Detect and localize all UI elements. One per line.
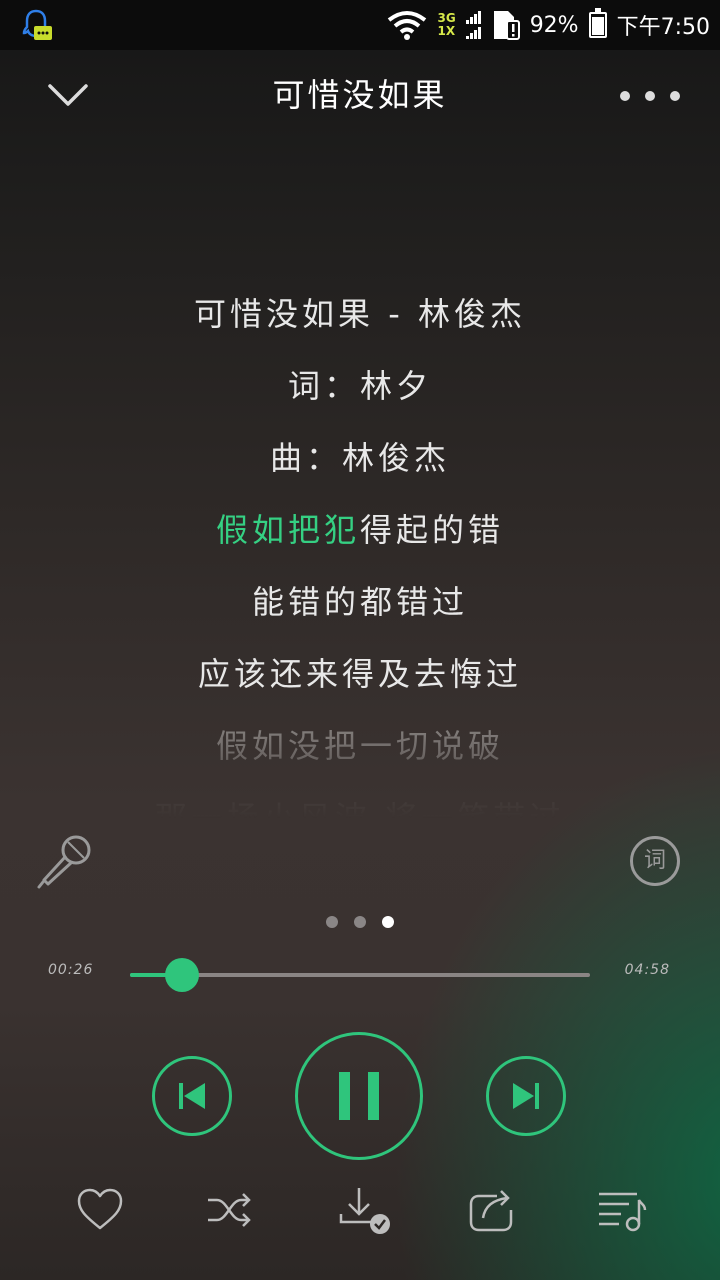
page-dot[interactable]: [354, 916, 366, 928]
lyric-options-button[interactable]: 词: [630, 836, 680, 886]
lyric-line: 应该还来得及去悔过: [197, 655, 522, 693]
heart-icon[interactable]: [75, 1186, 125, 1234]
battery-percent: 92%: [529, 12, 579, 38]
current-time: 00:26: [48, 962, 94, 978]
lyrics-view[interactable]: 可惜没如果 - 林俊杰 词：林夕 曲：林俊杰 假如把犯得起的错 能错的都错过 应…: [0, 278, 720, 818]
battery-icon: [588, 8, 607, 38]
skip-next-icon: [513, 1083, 539, 1109]
network-type-bottom: 1X: [437, 24, 456, 38]
lyric-line: 可惜没如果 - 林俊杰: [194, 295, 526, 333]
more-dots-icon[interactable]: [620, 78, 680, 114]
page-dot[interactable]: [326, 916, 338, 928]
sung-portion: 假如把犯: [215, 511, 360, 549]
status-bar: 3G 1X 92% 下午7:50: [0, 0, 720, 50]
qq-notification-icon: [22, 9, 52, 40]
lyric-line: 假如没把一切说破: [215, 727, 504, 765]
seek-bar[interactable]: [130, 958, 590, 992]
skip-previous-icon: [179, 1083, 205, 1109]
total-time: 04:58: [624, 962, 670, 978]
lyric-line: 那一场小风波 将一笑带过: [154, 799, 566, 818]
lyric-line: 曲：林俊杰: [269, 439, 450, 477]
shuffle-icon[interactable]: [205, 1186, 255, 1234]
download-icon[interactable]: [337, 1186, 393, 1234]
player-header: 可惜没如果: [0, 50, 720, 140]
playlist-icon[interactable]: [597, 1186, 647, 1234]
network-indicator: 3G 1X: [437, 12, 455, 38]
unsung-portion: 得起的错: [360, 511, 505, 549]
previous-track-button[interactable]: [152, 1056, 232, 1136]
seek-handle[interactable]: [164, 958, 199, 992]
lyric-line: 能错的都错过: [251, 583, 468, 621]
wifi-icon: [388, 11, 427, 40]
current-lyric-line: 假如把犯得起的错: [0, 494, 720, 566]
clock: 下午7:50: [616, 15, 710, 40]
page-dot[interactable]: [382, 916, 394, 928]
next-track-button[interactable]: [486, 1056, 566, 1136]
lyric-button-label: 词: [643, 848, 666, 873]
page-indicator: [0, 916, 720, 928]
lyric-line: 词：林夕: [287, 367, 432, 405]
microphone-icon[interactable]: [36, 832, 94, 890]
sim-alert-icon: [493, 11, 520, 40]
signal-icon: [465, 11, 481, 39]
pause-icon: [339, 1072, 379, 1120]
share-icon[interactable]: [467, 1186, 517, 1234]
play-pause-button[interactable]: [295, 1032, 423, 1160]
song-title: 可惜没如果: [272, 76, 448, 114]
